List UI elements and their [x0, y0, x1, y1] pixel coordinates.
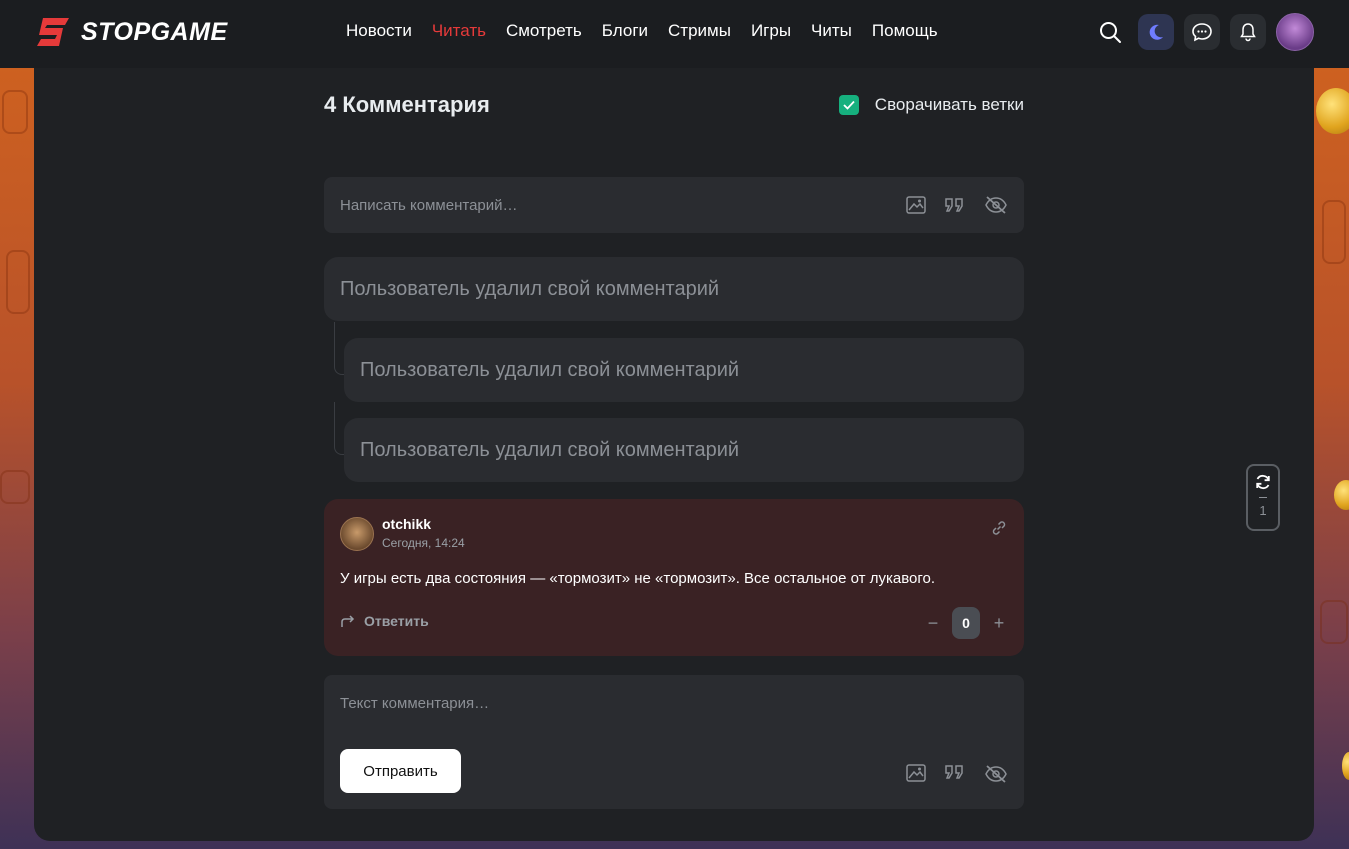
background-decoration — [1322, 200, 1346, 264]
main-nav: Новости Читать Смотреть Блоги Стримы Игр… — [346, 0, 938, 62]
send-button[interactable]: Отправить — [340, 749, 461, 793]
downvote-button[interactable]: − — [924, 613, 942, 634]
deleted-comment-text: Пользователь удалил свой комментарий — [360, 358, 740, 381]
comment-card: otchikk Сегодня, 14:24 У игры есть два с… — [324, 499, 1024, 656]
compose-placeholder: Текст комментария… — [340, 695, 490, 712]
nav-item-streams[interactable]: Стримы — [668, 21, 731, 41]
checkbox-checked-icon[interactable] — [838, 95, 859, 115]
header-actions — [1092, 13, 1314, 51]
background-decoration — [2, 90, 28, 134]
background-decoration — [0, 470, 30, 504]
coin-decoration — [1316, 88, 1349, 134]
reply-label: Ответить — [364, 613, 429, 629]
background-decoration — [1320, 600, 1348, 644]
reply-compose-box[interactable]: Текст комментария… Отправить — [324, 675, 1024, 809]
deleted-reply: Пользователь удалил свой комментарий — [344, 418, 1024, 482]
comments-count-title: 4 Комментария — [324, 92, 490, 117]
new-comments-count: 1 — [1259, 503, 1267, 518]
user-avatar[interactable] — [1276, 13, 1314, 51]
logo-text: STOPGAME — [81, 17, 228, 46]
background-decoration — [6, 250, 30, 314]
nav-item-cheats[interactable]: Читы — [811, 21, 852, 41]
quote-icon[interactable] — [944, 764, 966, 780]
nav-item-help[interactable]: Помощь — [872, 21, 938, 41]
notifications-button[interactable] — [1230, 14, 1266, 50]
collapse-threads-toggle[interactable]: Сворачивать ветки — [838, 95, 1024, 115]
refresh-divider — [1259, 497, 1267, 498]
deleted-reply: Пользователь удалил свой комментарий — [344, 338, 1024, 402]
comments-header: 4 Комментария Сворачивать ветки — [324, 90, 1024, 120]
nav-item-news[interactable]: Новости — [346, 21, 412, 41]
comment-vote: − 0 + — [924, 607, 1008, 639]
moon-icon — [1149, 24, 1163, 40]
coin-decoration — [1334, 480, 1349, 510]
upvote-button[interactable]: + — [990, 613, 1008, 634]
search-icon — [1100, 22, 1121, 43]
deleted-comment-text: Пользователь удалил свой комментарий — [340, 277, 720, 300]
reply-button[interactable]: Ответить — [340, 613, 429, 629]
image-icon[interactable] — [906, 764, 926, 782]
top-navigation-bar: STOPGAME Новости Читать Смотреть Блоги С… — [0, 0, 1349, 68]
search-button[interactable] — [1092, 14, 1128, 50]
collapse-threads-label: Сворачивать ветки — [874, 95, 1024, 114]
comment-author-avatar[interactable] — [340, 517, 374, 551]
comments-panel: 4 Комментария Сворачивать ветки Написать… — [34, 68, 1314, 841]
comment-body: У игры есть два состояния — «тормозит» н… — [340, 570, 935, 587]
nav-item-games[interactable]: Игры — [751, 21, 791, 41]
site-logo[interactable]: STOPGAME — [33, 14, 228, 50]
nav-item-read[interactable]: Читать — [432, 21, 486, 41]
deleted-comment: Пользователь удалил свой комментарий — [324, 257, 1024, 321]
refresh-icon — [1256, 474, 1270, 490]
comment-author-name[interactable]: otchikk — [382, 516, 431, 532]
compose-tools — [906, 764, 1008, 784]
logo-icon — [37, 18, 69, 46]
spoiler-hidden-icon[interactable] — [984, 764, 1008, 784]
messages-button[interactable] — [1184, 14, 1220, 50]
refresh-comments-button[interactable]: 1 — [1246, 464, 1280, 531]
link-icon[interactable] — [990, 519, 1008, 537]
nav-item-blogs[interactable]: Блоги — [602, 21, 648, 41]
quote-icon[interactable] — [944, 197, 966, 213]
theme-toggle-button[interactable] — [1138, 14, 1174, 50]
comment-input-tools — [906, 195, 1008, 215]
deleted-comment-text: Пользователь удалил свой комментарий — [360, 438, 740, 461]
spoiler-hidden-icon[interactable] — [984, 195, 1008, 215]
image-icon[interactable] — [906, 196, 926, 214]
comment-score: 0 — [952, 607, 980, 639]
nav-item-watch[interactable]: Смотреть — [506, 21, 582, 41]
comment-input-placeholder: Написать комментарий… — [340, 196, 518, 214]
coin-decoration — [1342, 752, 1349, 780]
chat-icon — [1192, 23, 1212, 42]
comment-timestamp: Сегодня, 14:24 — [382, 536, 465, 550]
comment-input[interactable]: Написать комментарий… — [324, 177, 1024, 233]
reply-arrow-icon — [341, 615, 355, 627]
bell-icon — [1240, 23, 1256, 42]
